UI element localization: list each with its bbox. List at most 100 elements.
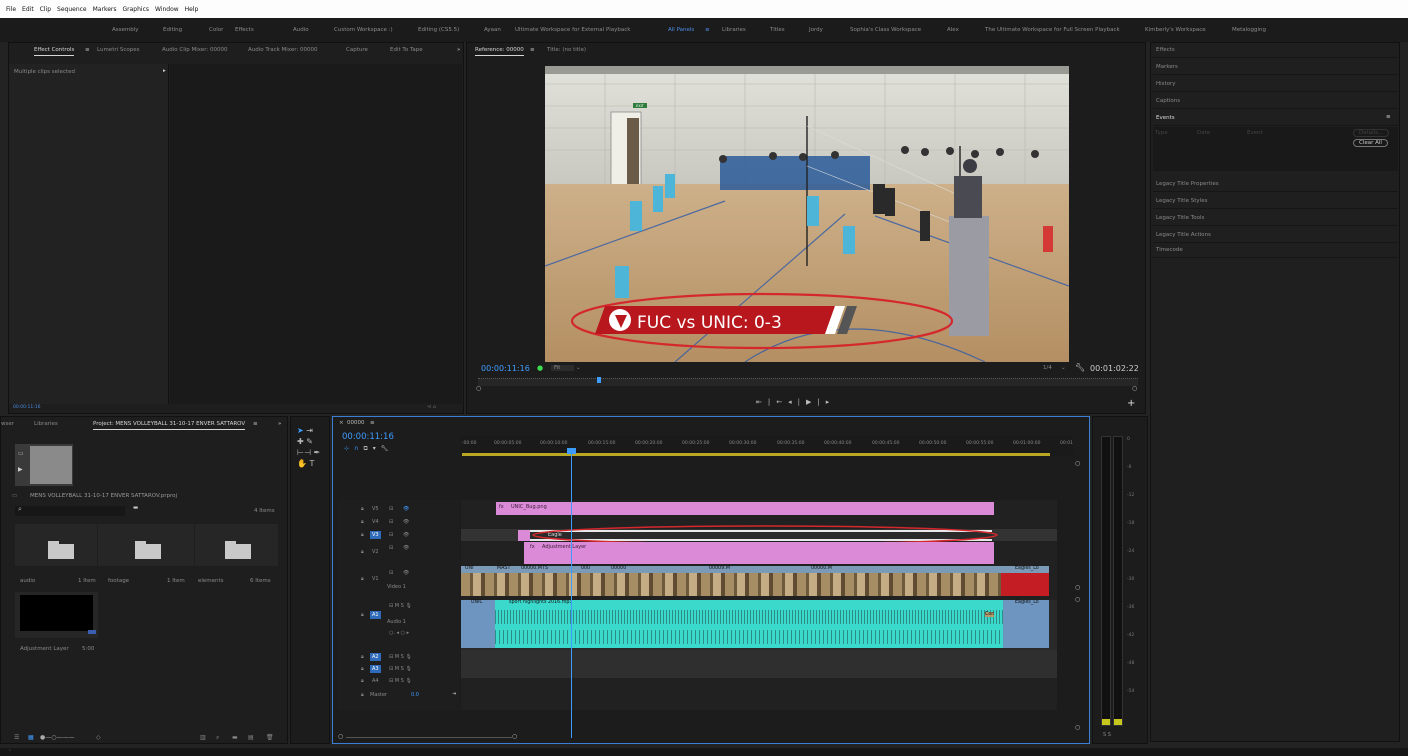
- clip-adjustment-layer[interactable]: fx Adjustment Layer: [524, 542, 994, 564]
- workspace-ultimate-external[interactable]: Ultimate Workspace for External Playback: [515, 27, 630, 33]
- track-a4[interactable]: A4: [372, 678, 379, 684]
- tab-capture[interactable]: Capture: [346, 47, 368, 53]
- clip-v1-b[interactable]: MAST: [497, 566, 510, 571]
- tab-audio-track-mixer[interactable]: Audio Track Mixer: 00000: [248, 47, 318, 53]
- track-v1[interactable]: V1: [372, 576, 379, 582]
- ripple-edit-tool-icon[interactable]: ✚: [297, 437, 304, 446]
- workspace-metalogging[interactable]: Metalogging: [1232, 27, 1266, 33]
- razor-tool-icon[interactable]: ✎: [306, 437, 313, 446]
- lock-icon[interactable]: 🔒︎: [361, 678, 364, 684]
- master-volume[interactable]: 0.0: [411, 692, 419, 698]
- track-a1[interactable]: A1: [370, 611, 381, 619]
- timeline-tab[interactable]: 00000: [347, 420, 365, 426]
- chevron-down-icon[interactable]: ⌄: [1061, 365, 1066, 371]
- panel-legacy-title-styles[interactable]: Legacy Title Styles: [1153, 193, 1398, 209]
- details-button[interactable]: Details...: [1353, 129, 1390, 137]
- track-a2[interactable]: A2: [370, 653, 381, 661]
- panel-captions[interactable]: Captions: [1153, 93, 1398, 109]
- filter-icon[interactable]: ⊲ ⌂: [427, 404, 436, 410]
- track-v2[interactable]: V2: [372, 549, 379, 555]
- clip-v1-e[interactable]: 00000: [611, 566, 626, 571]
- lock-icon[interactable]: 🔒︎: [361, 532, 364, 538]
- marker-icon[interactable]: ●: [537, 364, 543, 372]
- menu-sequence[interactable]: Sequence: [57, 6, 87, 13]
- menu-file[interactable]: File: [6, 6, 16, 13]
- workspace-alex[interactable]: Alex: [947, 27, 959, 33]
- clip-v1-f[interactable]: 00009.M: [709, 566, 730, 571]
- clip-eagles-logo[interactable]: Eagles_Lo: [1001, 566, 1049, 596]
- scroll-handle-mid[interactable]: ○: [1075, 584, 1080, 591]
- volume-keyframe-icon[interactable]: ○. ◂ ○ ▸: [389, 630, 409, 636]
- tab-edit-to-tape[interactable]: Edit To Tape: [390, 47, 423, 53]
- workspace-titles[interactable]: Titles: [770, 27, 785, 33]
- tab-reference[interactable]: Reference: 00000: [475, 47, 524, 56]
- workspace-jordy[interactable]: Jordy: [809, 27, 823, 33]
- workspace-audio[interactable]: Audio: [293, 27, 309, 33]
- clip-a1-unic[interactable]: UNIC: [461, 600, 495, 648]
- clip-v1-a[interactable]: UNI: [465, 566, 474, 571]
- track-controls[interactable]: ⊟ M S 🎙︎: [389, 654, 412, 660]
- add-button-icon[interactable]: +: [1127, 398, 1135, 409]
- program-video-frame[interactable]: EXIT FUC vs UNIC: 0-3: [545, 66, 1069, 362]
- track-select-tool-icon[interactable]: ⇥: [306, 426, 313, 435]
- workspace-libraries[interactable]: Libraries: [722, 27, 746, 33]
- panel-overflow-icon[interactable]: »: [278, 421, 281, 427]
- tab-libraries[interactable]: Libraries: [34, 421, 58, 427]
- sync-lock-icon[interactable]: ⊟: [389, 532, 393, 538]
- lock-icon[interactable]: 🔒︎: [361, 576, 364, 582]
- sync-lock-icon[interactable]: ⊟: [389, 570, 393, 576]
- clear-all-button[interactable]: Clear All: [1353, 139, 1388, 147]
- track-controls[interactable]: ⊟ M S 🎙︎: [389, 678, 412, 684]
- new-bin-icon[interactable]: ▬: [133, 505, 138, 511]
- bin-footage[interactable]: [98, 524, 194, 566]
- timeline-timecode[interactable]: 00:00:11:16: [342, 432, 394, 442]
- lock-icon[interactable]: 🔒︎: [361, 612, 364, 618]
- list-view-icon[interactable]: ☰: [14, 734, 19, 741]
- track-v4[interactable]: V4: [372, 519, 379, 525]
- scroll-handle-mid2[interactable]: ○: [1075, 596, 1080, 603]
- toggle-output-icon[interactable]: 👁︎: [403, 545, 409, 551]
- scroll-handle-bottom[interactable]: ○: [1075, 724, 1080, 731]
- step-back-icon[interactable]: ◂|: [788, 398, 806, 406]
- scroll-handle-top[interactable]: ○: [1075, 460, 1080, 467]
- zoom-slider[interactable]: ●—○———: [40, 734, 74, 741]
- clip-v1-d[interactable]: 000: [581, 566, 590, 571]
- track-v3[interactable]: V3: [370, 531, 381, 539]
- toggle-output-icon[interactable]: 👁︎: [403, 519, 409, 525]
- toggle-output-icon[interactable]: 👁︎: [403, 570, 409, 576]
- workspace-editing-cs55[interactable]: Editing (CS5.5): [418, 27, 459, 33]
- tab-project[interactable]: Project: MENS VOLLEYBALL 31-10-17 ENVER …: [93, 421, 246, 430]
- lock-icon[interactable]: 🔒︎: [361, 666, 364, 672]
- zoom-handle-left[interactable]: ○: [476, 385, 481, 392]
- sync-lock-icon[interactable]: ⊟: [389, 545, 393, 551]
- fit-dropdown[interactable]: Fit: [551, 365, 575, 371]
- slip-tool-icon[interactable]: ⊢⊣: [297, 448, 311, 457]
- icon-view-icon[interactable]: ▦: [28, 734, 34, 741]
- panel-legacy-title-tools[interactable]: Legacy Title Tools: [1153, 210, 1398, 226]
- program-scrubber[interactable]: [478, 377, 1138, 386]
- type-tool-icon[interactable]: T: [310, 459, 315, 468]
- clip-v3-lead[interactable]: [518, 530, 530, 541]
- workspace-sophia[interactable]: Sophia's Class Workspace: [850, 27, 921, 33]
- panel-effects[interactable]: Effects: [1153, 42, 1398, 58]
- automate-icon[interactable]: ▥: [200, 734, 206, 741]
- playhead-handle[interactable]: [567, 448, 576, 454]
- tab-audio-clip-mixer[interactable]: Audio Clip Mixer: 00000: [162, 47, 228, 53]
- quality-dropdown[interactable]: 1/4: [1043, 365, 1052, 371]
- tab-menu-icon[interactable]: ≡: [370, 420, 375, 426]
- workspace-custom[interactable]: Custom Workspace :): [334, 27, 393, 33]
- scroll-handle-right[interactable]: ○: [512, 733, 517, 740]
- lock-icon[interactable]: 🔒︎: [361, 519, 364, 525]
- bin-audio[interactable]: [15, 524, 97, 566]
- menu-window[interactable]: Window: [155, 6, 179, 13]
- clear-icon[interactable]: 🗑︎: [266, 734, 274, 741]
- marker-icon[interactable]: ▾: [373, 445, 381, 452]
- menu-graphics[interactable]: Graphics: [123, 6, 150, 13]
- effect-controls-timecode[interactable]: 00:00:11:16: [13, 405, 40, 410]
- program-timecode[interactable]: 00:00:11:16: [481, 364, 530, 373]
- toggle-output-icon[interactable]: 👁︎: [403, 506, 409, 512]
- close-icon[interactable]: ×: [339, 420, 344, 426]
- tab-menu-icon[interactable]: ≡: [530, 47, 535, 53]
- timeline-playhead[interactable]: [571, 448, 572, 738]
- wrench-icon[interactable]: 🔧︎: [1075, 363, 1085, 372]
